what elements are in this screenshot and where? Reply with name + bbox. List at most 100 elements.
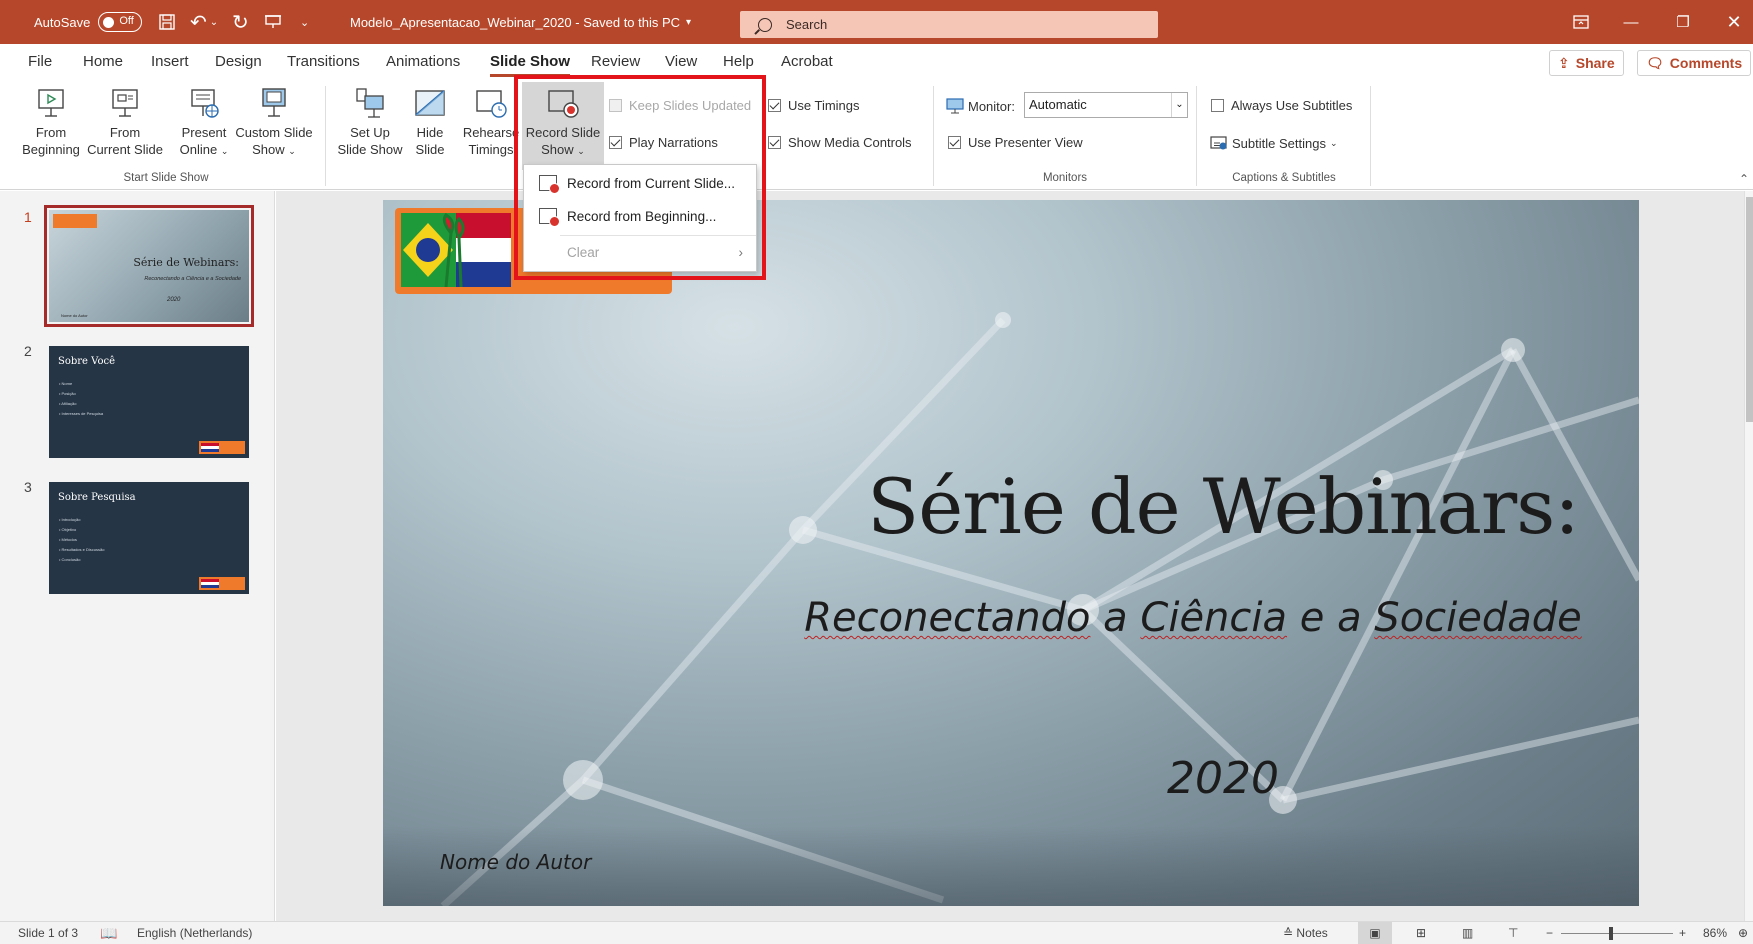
use-presenter-view-checkbox[interactable]: Use Presenter View [948,135,1083,150]
from-beginning-button[interactable]: From Beginning [18,86,84,158]
group-label-start-slide-show: Start Slide Show [123,172,209,184]
checkbox-box [1211,99,1224,112]
record-icon [539,175,560,194]
present-online-button[interactable]: Present Online ⌄ [172,86,236,160]
slide-author[interactable]: Nome do Autor [440,850,591,874]
vertical-scrollbar[interactable] [1744,191,1753,921]
subtitle-settings-icon [1210,136,1227,150]
current-slide[interactable]: Série de Webinars: Reconectando a Ciênci… [383,200,1639,906]
comment-icon: 🗨 [1646,54,1664,71]
tab-insert[interactable]: Insert [151,44,189,80]
present-icon[interactable] [264,0,282,44]
customize-qat-icon[interactable]: ⌄ [300,0,309,44]
tab-view[interactable]: View [665,44,697,80]
logo-mini [199,577,245,590]
share-icon: ⇪ [1558,54,1570,71]
group-label-monitors: Monitors [1042,172,1088,184]
setup-show-icon [356,88,384,118]
show-media-controls-checkbox[interactable]: Show Media Controls [768,135,912,150]
reading-view-icon[interactable]: ▥ [1462,922,1473,944]
slide-title[interactable]: Série de Webinars: [863,462,1583,551]
slide-thumbnail-2[interactable]: Sobre Você • Nome • Posição • Afiliação … [49,346,249,458]
tab-design[interactable]: Design [215,44,262,80]
minimize-icon[interactable]: — [1608,0,1654,44]
tab-transitions[interactable]: Transitions [287,44,360,80]
tab-animations[interactable]: Animations [386,44,460,80]
rehearse-timings-button[interactable]: Rehearse Timings [458,86,524,158]
ribbon-display-icon[interactable] [1558,0,1604,44]
slide-sorter-icon[interactable]: ⊞ [1416,922,1426,944]
checkbox-box [768,136,781,149]
language-indicator[interactable]: English (Netherlands) [137,922,252,944]
status-bar: Slide 1 of 3 📖 English (Netherlands) ≙ N… [0,921,1753,944]
tab-file[interactable]: File [28,44,52,80]
restore-icon[interactable]: ❐ [1660,0,1706,44]
thumb-bullet: • Nome [59,381,73,386]
notes-button[interactable]: ≙ Notes [1283,922,1328,944]
tab-help[interactable]: Help [723,44,754,80]
zoom-slider-handle[interactable] [1609,927,1613,940]
accessibility-icon[interactable]: 📖 [100,922,117,944]
from-current-slide-button[interactable]: From Current Slide [84,86,166,158]
tab-slide-show[interactable]: Slide Show [490,44,571,80]
ribbon-separator [1370,86,1371,186]
thumb-title: Sobre Pesquisa [58,492,136,503]
keep-slides-updated-checkbox[interactable]: Keep Slides Updated [609,98,751,113]
hide-slide-button[interactable]: Hide Slide [406,86,454,158]
clear-submenu-item[interactable]: Clear › [525,238,755,266]
slideshow-view-icon[interactable]: ⊤ [1508,922,1518,944]
rehearse-timer-icon [476,90,507,118]
autosave-control[interactable]: AutoSave Off [34,0,143,44]
tab-acrobat[interactable]: Acrobat [781,44,833,80]
document-title[interactable]: Modelo_Apresentacao_Webinar_2020 - Saved… [350,0,691,44]
zoom-in-icon[interactable]: + [1679,922,1686,944]
logo-mini [199,441,245,454]
record-icon [548,90,579,118]
close-icon[interactable]: ✕ [1711,0,1753,44]
thumb-bullet: • Resultados e Discussão [59,547,105,552]
set-up-slide-show-button[interactable]: Set Up Slide Show [334,86,406,158]
undo-icon[interactable]: ↶ ⌄ [190,0,218,44]
record-slide-show-button[interactable]: Record Slide Show ⌄ [522,82,604,170]
chevron-down-icon: ▾ [686,16,692,28]
always-use-subtitles-checkbox[interactable]: Always Use Subtitles [1211,98,1352,113]
autosave-toggle[interactable]: Off [98,12,143,32]
share-button[interactable]: ⇪ Share [1549,50,1624,76]
zoom-slider[interactable] [1561,933,1673,934]
ribbon-separator [1196,86,1197,186]
search-input[interactable]: Search [740,11,1158,38]
slide-thumbnail-3[interactable]: Sobre Pesquisa • Introdução • Objetivo •… [49,482,249,594]
notes-icon: ≙ [1283,926,1294,940]
chevron-down-icon: ⌄ [1329,137,1338,148]
subtitle-settings-button[interactable]: Subtitle Settings ⌄ [1210,135,1338,151]
slide-thumbnail-1[interactable]: Série de Webinars: Reconectando a Ciênci… [44,205,254,327]
tab-home[interactable]: Home [83,44,123,80]
use-timings-checkbox[interactable]: Use Timings [768,98,860,113]
custom-slide-show-button[interactable]: Custom Slide Show ⌄ [234,86,314,160]
slide-subtitle[interactable]: Reconectando a Ciência e a Sociedade [803,595,1583,641]
checkbox-box [609,99,622,112]
redo-icon[interactable]: ↻ [232,0,249,44]
slide-number: 3 [24,479,32,495]
normal-view-icon[interactable]: ▣ [1358,922,1392,944]
zoom-out-icon[interactable]: − [1546,922,1553,944]
save-icon[interactable] [158,0,176,44]
monitor-select[interactable]: Automatic ⌄ [1024,92,1188,118]
thumb-bullet: • Posição [59,391,76,396]
play-narrations-checkbox[interactable]: Play Narrations [609,135,718,150]
slide-number: 2 [24,343,32,359]
ribbon-separator [325,86,326,186]
comments-button[interactable]: 🗨 Comments [1637,50,1752,76]
zoom-level[interactable]: 86% [1703,922,1727,944]
record-from-current-slide-item[interactable]: Record from Current Slide... [525,169,755,197]
scrollbar-thumb[interactable] [1746,197,1753,422]
slide-counter: Slide 1 of 3 [18,926,79,940]
fit-to-window-icon[interactable]: ⊕ [1738,922,1748,944]
slide-year[interactable]: 2020 [1143,753,1303,804]
record-from-beginning-item[interactable]: Record from Beginning... [525,202,755,230]
ribbon-separator [933,86,934,186]
menu-divider [560,235,756,236]
thumb-bullet: • Objetivo [59,527,77,532]
collapse-ribbon-icon[interactable]: ⌃ [1739,172,1749,186]
tab-review[interactable]: Review [591,44,640,80]
